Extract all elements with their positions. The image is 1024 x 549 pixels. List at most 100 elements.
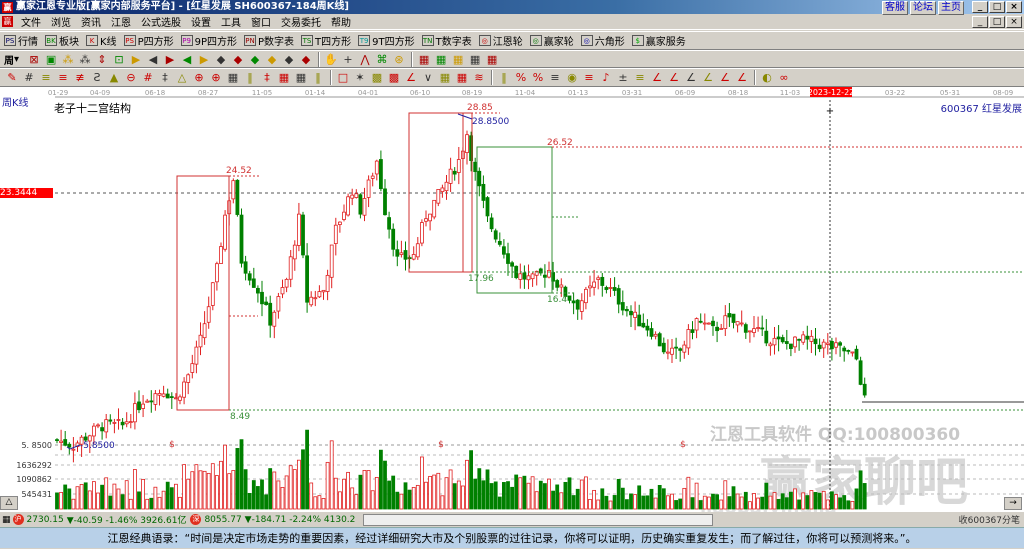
drawing-tool-icon[interactable]: ∠ (734, 70, 750, 85)
chart-tool-icon[interactable]: ⊡ (111, 52, 127, 67)
chart-tool-icon[interactable]: ⁂ (77, 52, 93, 67)
drawing-tool-icon[interactable]: ∠ (683, 70, 699, 85)
menu-formula[interactable]: 公式选股 (136, 14, 186, 29)
minimize-button[interactable]: _ (972, 1, 988, 13)
toolbar-p-square-button[interactable]: PS P四方形 (123, 33, 174, 48)
chart-tool-icon[interactable]: + (340, 52, 356, 67)
drawing-tool-icon[interactable]: ± (615, 70, 631, 85)
menu-tools[interactable]: 工具 (216, 14, 246, 29)
drawing-tool-icon[interactable]: ‡ (259, 70, 275, 85)
chart-tool-icon[interactable]: ▦ (416, 52, 432, 67)
toolbar-quotes-button[interactable]: PS 行情 (4, 33, 38, 48)
drawing-tool-icon[interactable]: ✎ (4, 70, 20, 85)
close-button[interactable]: × (1006, 1, 1022, 13)
chart-tool-icon[interactable]: ▦ (433, 52, 449, 67)
drawing-tool-icon[interactable]: ‖ (242, 70, 258, 85)
chart-tool-icon[interactable]: ◆ (298, 52, 314, 67)
drawing-tool-icon[interactable]: ▩ (386, 70, 402, 85)
drawing-tool-icon[interactable]: ∠ (649, 70, 665, 85)
chart-tool-icon[interactable]: ⊛ (391, 52, 407, 67)
shanghai-index[interactable]: 沪 2730.15 ▼-40.59 -1.46% 3926.61亿 (12, 513, 186, 526)
toolbar-hexagon-button[interactable]: ◎ 六角形 (580, 33, 625, 48)
chart-tool-icon[interactable]: ◆ (247, 52, 263, 67)
chart-tool-icon[interactable]: ▣ (43, 52, 59, 67)
toolbar-winner-service-button[interactable]: $ 赢家服务 (631, 33, 686, 48)
chart-tool-icon[interactable]: ▶ (196, 52, 212, 67)
menu-browse[interactable]: 浏览 (46, 14, 76, 29)
chart-tool-icon[interactable]: ▶ (128, 52, 144, 67)
horizontal-scrollbar[interactable] (363, 513, 714, 526)
toolbar-9p-square-button[interactable]: P9 9P四方形 (180, 33, 237, 48)
drawing-tool-icon[interactable]: ≡ (632, 70, 648, 85)
home-link[interactable]: 主页 (938, 1, 964, 15)
child-close-button[interactable]: × (1006, 16, 1022, 28)
menu-help[interactable]: 帮助 (326, 14, 356, 29)
child-maximize-button[interactable]: □ (989, 16, 1005, 28)
chart-tool-icon[interactable]: ✋ (323, 52, 339, 67)
chart-tool-icon[interactable]: ⇕ (94, 52, 110, 67)
drawing-tool-icon[interactable]: ⊕ (208, 70, 224, 85)
chart-tool-icon[interactable]: ◆ (213, 52, 229, 67)
drawing-tool-icon[interactable]: Ƨ (89, 70, 105, 85)
drawing-tool-icon[interactable]: ∠ (403, 70, 419, 85)
drawing-tool-icon[interactable]: ‡ (157, 70, 173, 85)
drawing-tool-icon[interactable]: ◉ (564, 70, 580, 85)
chart-tool-icon[interactable]: ▦ (467, 52, 483, 67)
chart-tool-icon[interactable]: ▦ (450, 52, 466, 67)
menu-file[interactable]: 文件 (16, 14, 46, 29)
menu-trade[interactable]: 交易委托 (276, 14, 326, 29)
drawing-tool-icon[interactable]: # (21, 70, 37, 85)
drawing-tool-icon[interactable]: ▦ (437, 70, 453, 85)
drawing-tool-icon[interactable]: ⊕ (191, 70, 207, 85)
drawing-tool-icon[interactable]: ✶ (352, 70, 368, 85)
chart-tool-icon[interactable]: ▶ (162, 52, 178, 67)
tick-data-button[interactable]: 收600367分笔 (959, 513, 1020, 526)
maximize-button[interactable]: □ (989, 1, 1005, 13)
chart-tool-icon[interactable]: ◀ (145, 52, 161, 67)
chart-tool-icon[interactable]: ▦ (484, 52, 500, 67)
toolbar-kline-button[interactable]: K K线 (86, 33, 117, 48)
menu-settings[interactable]: 设置 (186, 14, 216, 29)
chart-tool-icon[interactable]: ◀ (179, 52, 195, 67)
drawing-tool-icon[interactable]: □ (335, 70, 351, 85)
toolbar-t-square-button[interactable]: TS T四方形 (301, 33, 351, 48)
drawing-tool-icon[interactable]: ≡ (581, 70, 597, 85)
menu-news[interactable]: 资讯 (76, 14, 106, 29)
service-link[interactable]: 客服 (882, 1, 908, 15)
drawing-tool-icon[interactable]: % (530, 70, 546, 85)
kline-chart[interactable]: 江恩工具软件 QQ:100800360 赢家聊吧 jiaoba.yingjia … (0, 87, 1024, 512)
forum-link[interactable]: 论坛 (910, 1, 936, 15)
drawing-tool-icon[interactable]: ▦ (276, 70, 292, 85)
toolbar-sectors-button[interactable]: BK 板块 (45, 33, 79, 48)
toolbar-t-number-table-button[interactable]: TN T数字表 (421, 33, 472, 48)
drawing-tool-icon[interactable]: ◐ (759, 70, 775, 85)
drawing-tool-icon[interactable]: ▲ (106, 70, 122, 85)
drawing-tool-icon[interactable]: % (513, 70, 529, 85)
toggle-panel-button[interactable]: △ (0, 496, 18, 510)
chart-tool-icon[interactable]: ⋀ (357, 52, 373, 67)
drawing-tool-icon[interactable]: # (140, 70, 156, 85)
menu-window[interactable]: 窗口 (246, 14, 276, 29)
chart-tool-icon[interactable]: ◆ (230, 52, 246, 67)
chart-tool-icon[interactable]: ◆ (281, 52, 297, 67)
calculator-icon[interactable]: ▦ (2, 515, 11, 525)
shenzhen-index[interactable]: 深 8055.77 ▼-184.71 -2.24% 4130.2 (190, 514, 355, 525)
drawing-tool-icon[interactable]: ≡ (38, 70, 54, 85)
drawing-tool-icon[interactable]: ∠ (717, 70, 733, 85)
toolbar-p-number-table-button[interactable]: PN P数字表 (244, 33, 294, 48)
drawing-tool-icon[interactable]: ∠ (666, 70, 682, 85)
scroll-right-button[interactable]: → (1004, 497, 1022, 510)
drawing-tool-icon[interactable]: ▦ (293, 70, 309, 85)
toolbar-9t-square-button[interactable]: T9 9T四方形 (358, 33, 415, 48)
menu-gann[interactable]: 江恩 (106, 14, 136, 29)
drawing-tool-icon[interactable]: ∠ (700, 70, 716, 85)
child-minimize-button[interactable]: _ (972, 16, 988, 28)
toolbar-winner-wheel-button[interactable]: ◎ 赢家轮 (529, 33, 574, 48)
drawing-tool-icon[interactable]: ≡ (55, 70, 71, 85)
drawing-tool-icon[interactable]: ≡ (547, 70, 563, 85)
chart-tool-icon[interactable]: ◆ (264, 52, 280, 67)
drawing-tool-icon[interactable]: ∨ (420, 70, 436, 85)
chart-tool-icon[interactable]: ⊠ (26, 52, 42, 67)
chart-tool-icon[interactable]: ⌘ (374, 52, 390, 67)
drawing-tool-icon[interactable]: △ (174, 70, 190, 85)
